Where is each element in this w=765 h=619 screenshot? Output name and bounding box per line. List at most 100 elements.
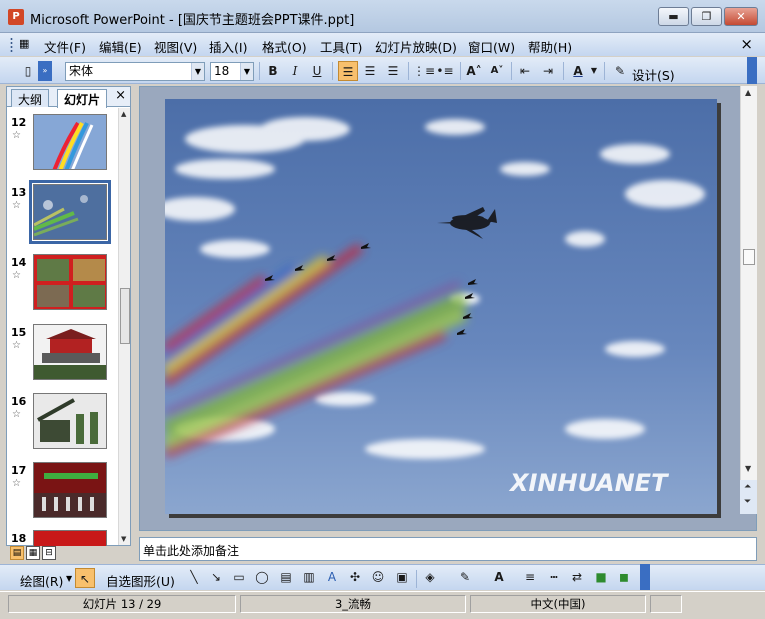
- shrink-font-button[interactable]: A˅: [487, 61, 507, 81]
- arrow-style-icon[interactable]: ⇄: [567, 567, 587, 587]
- gate-tower-thumbnail[interactable]: [33, 324, 107, 380]
- new-document-icon[interactable]: ▯: [18, 61, 38, 81]
- minimize-button[interactable]: ▬: [658, 7, 689, 26]
- line-icon[interactable]: ╲: [184, 567, 204, 587]
- decrease-indent-icon[interactable]: ⇤: [515, 61, 535, 81]
- text-box-icon[interactable]: ▤: [276, 567, 296, 587]
- normal-view-icon[interactable]: ▤: [10, 546, 24, 560]
- toolbar-overflow-icon[interactable]: [747, 57, 757, 84]
- tab-slides[interactable]: 幻灯片: [57, 89, 108, 108]
- slide-thumbnail-14[interactable]: 14 ☆: [7, 254, 117, 318]
- toolbar-options-icon[interactable]: »: [38, 61, 52, 81]
- slide-thumbnail-17[interactable]: 17 ☆: [7, 462, 117, 526]
- next-slide-icon[interactable]: ⏷: [744, 497, 751, 507]
- formatting-toolbar: ▯ » 宋体 ▼ 18 ▼ B I U ☰ ☰ ☰ ⋮≡ •≡ A˄ A˅ ⇤ …: [0, 57, 765, 84]
- font-color-button[interactable]: A: [568, 61, 588, 81]
- slide-thumbnail-12[interactable]: 12 ☆: [7, 114, 117, 178]
- bold-button[interactable]: B: [263, 61, 283, 81]
- draw-menu-button[interactable]: 绘图(R): [20, 571, 63, 590]
- bullet-list-icon[interactable]: •≡: [435, 61, 455, 81]
- slide-thumbnail-15[interactable]: 15 ☆: [7, 324, 117, 388]
- thumbnails-scrollbar[interactable]: ▲ ▼: [118, 108, 130, 545]
- fill-color-icon[interactable]: ◈: [420, 567, 440, 587]
- menu-file[interactable]: 文件(F): [42, 36, 88, 57]
- current-slide[interactable]: XINHUANET: [165, 99, 717, 514]
- tab-outline[interactable]: 大纲: [11, 89, 50, 107]
- artillery-image: [34, 394, 106, 448]
- underline-button[interactable]: U: [307, 61, 327, 81]
- menu-tools[interactable]: 工具(T): [318, 36, 364, 57]
- previous-slide-icon[interactable]: ⏶: [744, 482, 751, 492]
- align-center-icon[interactable]: ☰: [360, 61, 380, 81]
- ceremony-thumbnail[interactable]: [33, 462, 107, 518]
- rectangle-icon[interactable]: ▭: [229, 567, 249, 587]
- arrow-icon[interactable]: ↘: [206, 567, 226, 587]
- slide-sorter-view-icon[interactable]: ▦: [26, 546, 40, 560]
- slide-thumbnail-16[interactable]: 16 ☆: [7, 393, 117, 457]
- slide-thumbnail-18[interactable]: 18: [7, 530, 117, 546]
- line-style-icon[interactable]: ≡: [520, 567, 540, 587]
- drawing-toolbar-overflow-icon[interactable]: [640, 564, 650, 590]
- 3d-style-icon[interactable]: ◼: [614, 567, 634, 587]
- font-color-icon[interactable]: A: [489, 567, 509, 587]
- menu-edit[interactable]: 编辑(E): [97, 36, 144, 57]
- scroll-down-icon[interactable]: ▼: [745, 464, 751, 473]
- separator: [563, 62, 564, 80]
- red-collage-thumbnail[interactable]: [33, 254, 107, 310]
- red-thumbnail[interactable]: [33, 530, 107, 546]
- menu-window[interactable]: 窗口(W): [466, 36, 517, 57]
- dash-style-icon[interactable]: ┅: [544, 567, 564, 587]
- vertical-text-box-icon[interactable]: ▥: [299, 567, 319, 587]
- notes-pane[interactable]: 单击此处添加备注: [139, 537, 757, 561]
- align-left-icon[interactable]: ☰: [338, 61, 358, 81]
- slide-scrollbar[interactable]: ▲ ▼: [740, 86, 757, 514]
- chevron-down-icon[interactable]: ▼: [66, 574, 72, 583]
- menu-help[interactable]: 帮助(H): [526, 36, 574, 57]
- air-show-thumbnail[interactable]: [33, 114, 107, 170]
- slideshow-view-icon[interactable]: ⊟: [42, 546, 56, 560]
- close-button[interactable]: ✕: [724, 7, 758, 26]
- select-objects-icon[interactable]: ↖: [75, 568, 95, 588]
- restore-button[interactable]: ❐: [691, 7, 722, 26]
- chevron-down-icon[interactable]: ▼: [589, 61, 599, 81]
- menu-format[interactable]: 格式(O): [260, 36, 309, 57]
- chevron-down-icon[interactable]: ▼: [240, 63, 253, 80]
- menubar-grip[interactable]: [10, 37, 13, 52]
- diagram-icon[interactable]: ✣: [345, 567, 365, 587]
- oval-icon[interactable]: ◯: [252, 567, 272, 587]
- sky-jets-thumbnail[interactable]: [29, 180, 111, 244]
- scroll-down-icon[interactable]: ▼: [121, 535, 126, 543]
- picture-icon[interactable]: ▣: [392, 567, 412, 587]
- font-size-select[interactable]: 18 ▼: [210, 62, 254, 81]
- slide-number: 14: [11, 256, 27, 269]
- scroll-up-icon[interactable]: ▲: [121, 110, 126, 118]
- scrollbar-thumb[interactable]: [743, 249, 755, 265]
- doc-icon[interactable]: ▦: [17, 36, 31, 51]
- drawing-toolbar: 绘图(R) ▼ ↖ 自选图形(U) ╲ ↘ ▭ ◯ ▤ ▥ A ✣ ☺ ▣ ◈ …: [0, 564, 765, 590]
- menu-view[interactable]: 视图(V): [152, 36, 199, 57]
- shadow-style-icon[interactable]: ■: [591, 567, 611, 587]
- document-close-icon[interactable]: ×: [740, 35, 753, 53]
- slide-number: 15: [11, 326, 27, 339]
- scrollbar-thumb[interactable]: [120, 288, 130, 344]
- font-name-select[interactable]: 宋体 ▼: [65, 62, 205, 81]
- menu-insert[interactable]: 插入(I): [207, 36, 249, 57]
- artillery-thumbnail[interactable]: [33, 393, 107, 449]
- wordart-icon[interactable]: A: [322, 567, 342, 587]
- grow-font-button[interactable]: A˄: [464, 61, 484, 81]
- design-icon[interactable]: ✎: [610, 61, 630, 81]
- design-button[interactable]: 设计(S): [632, 65, 675, 84]
- increase-indent-icon[interactable]: ⇥: [538, 61, 558, 81]
- autoshapes-button[interactable]: 自选图形(U): [106, 571, 175, 590]
- slide-thumbnail-13[interactable]: 13 ☆: [7, 180, 117, 248]
- chevron-down-icon[interactable]: ▼: [191, 63, 204, 80]
- scroll-up-icon[interactable]: ▲: [745, 88, 751, 97]
- pane-close-icon[interactable]: ×: [115, 88, 126, 103]
- numbered-list-icon[interactable]: ⋮≡: [413, 61, 435, 81]
- menu-slideshow[interactable]: 幻灯片放映(D): [373, 36, 459, 57]
- status-bar: 幻灯片 13 / 29 3_流畅 中文(中国): [0, 591, 765, 619]
- clip-art-icon[interactable]: ☺: [368, 567, 388, 587]
- align-right-icon[interactable]: ☰: [383, 61, 403, 81]
- line-color-icon[interactable]: ✎: [455, 567, 475, 587]
- italic-button[interactable]: I: [285, 61, 305, 81]
